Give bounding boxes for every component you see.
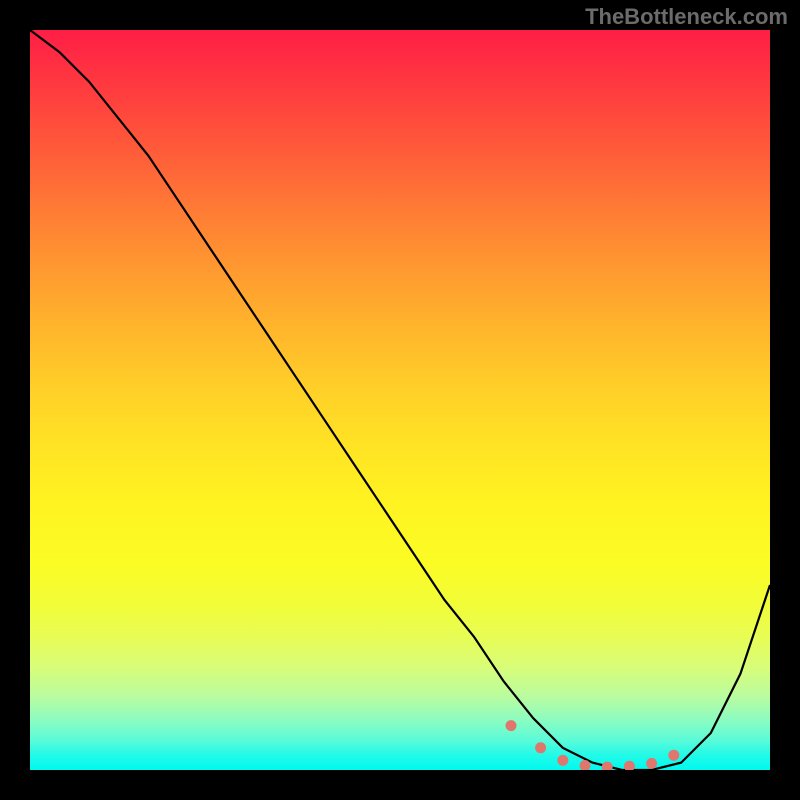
highlight-dot xyxy=(535,742,546,753)
highlight-dot xyxy=(668,750,679,761)
highlight-dot xyxy=(646,758,657,769)
chart-svg xyxy=(30,30,770,770)
watermark-text: TheBottleneck.com xyxy=(585,4,788,30)
highlight-dot xyxy=(602,762,613,770)
highlight-dot xyxy=(624,761,635,770)
highlight-dot xyxy=(557,755,568,766)
bottleneck-curve xyxy=(30,30,770,770)
highlight-dot xyxy=(506,720,517,731)
chart-plot-area xyxy=(30,30,770,770)
